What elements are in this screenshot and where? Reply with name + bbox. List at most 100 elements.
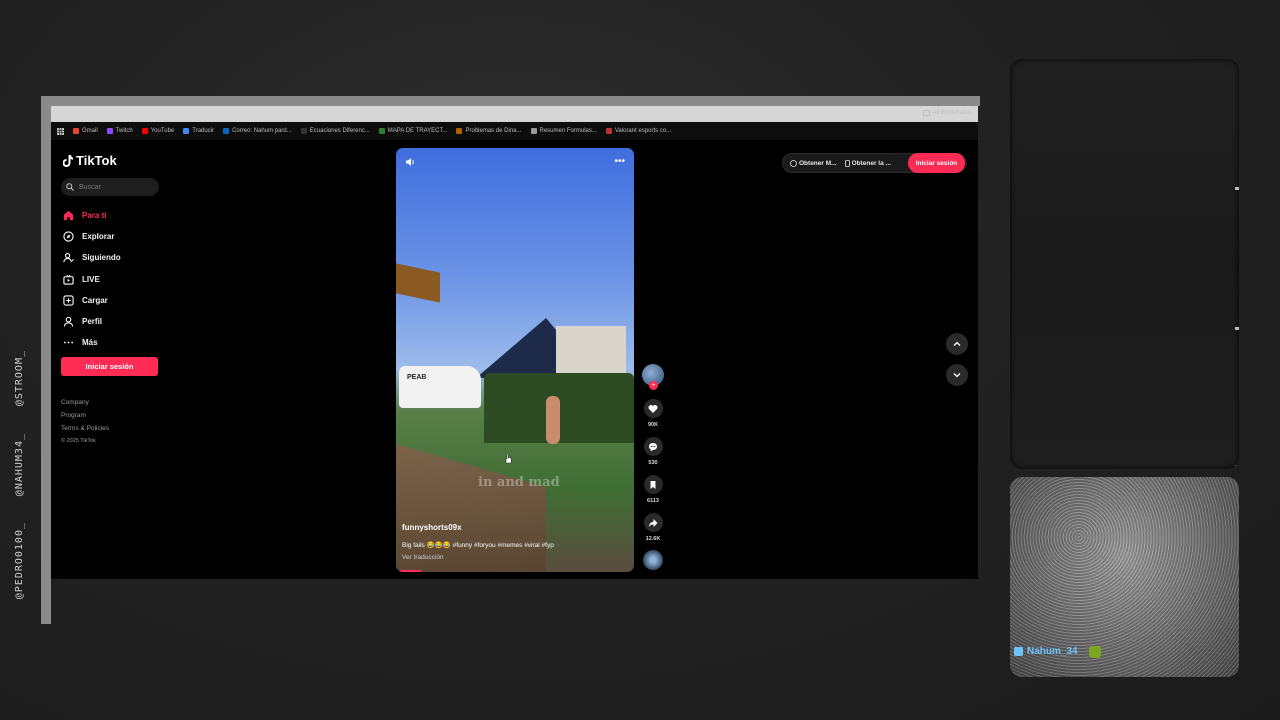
video-player[interactable]: PEAB in and mad ••• funnyshorts09x Big f…: [396, 148, 634, 572]
video-scene-person: [546, 396, 560, 444]
tiktok-logo-icon: [63, 154, 73, 167]
stream-tag-pedro: @PEDRO0100_: [14, 522, 25, 600]
video-caption: Big fails 😂😂😂 #funny #foryou #memes #vir…: [402, 542, 554, 549]
valorant-icon: [605, 128, 612, 134]
video-author[interactable]: funnyshorts09x: [402, 523, 462, 532]
bookmark-youtube[interactable]: YouTube: [141, 128, 174, 134]
panel-seam: [1235, 187, 1239, 190]
browser-tabstrip[interactable]: [51, 106, 978, 122]
footer-program-link[interactable]: Program: [61, 409, 109, 422]
youtube-icon: [141, 128, 148, 134]
all-bookmarks[interactable]: All Bookmarks: [922, 110, 971, 116]
bookmark-gmail[interactable]: Gmail: [73, 128, 98, 134]
more-icon: [63, 341, 74, 344]
map-icon: [378, 128, 385, 134]
header-login-button[interactable]: Iniciar sesión: [908, 153, 965, 173]
like-count: 90K: [647, 422, 659, 428]
volume-icon[interactable]: [405, 157, 415, 167]
app-icon: [790, 159, 797, 167]
sidebar-item-explorar[interactable]: Explorar: [63, 226, 121, 247]
bookmark-resumen[interactable]: Resumen Formulas...: [530, 128, 597, 134]
translate-icon: [183, 128, 190, 134]
bookmark-twitch[interactable]: Twitch: [106, 128, 133, 134]
live-icon: [63, 274, 74, 285]
panel-seam: [1235, 327, 1239, 330]
share-icon: [648, 518, 658, 527]
sidebar-login-button[interactable]: Iniciar sesión: [61, 357, 158, 376]
bookmark-problemas[interactable]: Problemas de Dina...: [456, 128, 522, 134]
video-scene-van: PEAB: [399, 366, 481, 408]
browser-window: Gmail Twitch YouTube Traducir Correo: Na…: [51, 106, 978, 579]
twitch-badge-icon: [1014, 647, 1023, 656]
book-icon: [456, 128, 463, 134]
sidebar-item-perfil[interactable]: Perfil: [63, 311, 121, 332]
chevron-up-icon: [953, 341, 961, 346]
comment-count: 530: [648, 460, 658, 466]
bookmarks-bar: Gmail Twitch YouTube Traducir Correo: Na…: [51, 122, 978, 140]
save-count: 6113: [647, 498, 659, 504]
next-video-button[interactable]: [946, 364, 968, 386]
bookmark-traducir[interactable]: Traducir: [183, 128, 214, 134]
sidebar-nav: Para ti Explorar Siguiendo LIVE Cargar P…: [63, 205, 121, 353]
bookmark-ecuaciones[interactable]: Ecuaciones Diferenc...: [300, 128, 370, 134]
home-icon: [63, 211, 74, 221]
video-scene-eave: [396, 263, 440, 303]
get-desktop-button[interactable]: Obtener la ...: [844, 160, 891, 167]
profile-icon: [63, 316, 74, 327]
sidebar-item-siguiendo[interactable]: Siguiendo: [63, 247, 121, 268]
translate-link[interactable]: Ver traducción: [402, 554, 444, 561]
get-app-button[interactable]: Obtener M...: [790, 160, 837, 167]
like-action[interactable]: 90K: [643, 399, 663, 428]
music-disc-icon[interactable]: [643, 550, 663, 570]
share-count: 12.6K: [645, 536, 661, 542]
screen-frame-left: [41, 96, 51, 624]
follow-plus-icon[interactable]: +: [649, 381, 658, 390]
sidebar-item-live[interactable]: LIVE: [63, 269, 121, 290]
video-scene-deck: [396, 444, 546, 572]
footer-company-link[interactable]: Company: [61, 396, 109, 409]
panel-seam: [1235, 465, 1239, 468]
chat-username: Nahum_34: [1014, 646, 1078, 657]
share-action[interactable]: 12.6K: [643, 513, 663, 542]
folder-icon: [922, 110, 930, 116]
video-overlay-text: in and mad: [478, 475, 560, 490]
search-placeholder: Buscar: [79, 183, 101, 191]
stream-tag-nahum: @NAHUM34_: [14, 433, 25, 497]
following-icon: [63, 253, 74, 263]
video-actions: + 90K 530 6113 12.6K: [640, 364, 666, 570]
bookmark-icon: [650, 480, 656, 489]
search-input[interactable]: Buscar: [61, 178, 159, 196]
doc-icon: [300, 128, 307, 134]
search-icon: [66, 183, 74, 191]
bookmark-mapa[interactable]: MAPA DE TRAYECT...: [378, 128, 447, 134]
creator-avatar[interactable]: +: [642, 364, 664, 390]
video-progress-bar[interactable]: [400, 570, 422, 572]
apps-icon[interactable]: [57, 127, 64, 135]
comment-action[interactable]: 530: [643, 437, 663, 466]
sidebar-item-mas[interactable]: Más: [63, 332, 121, 353]
gmail-icon: [73, 128, 79, 134]
previous-video-button[interactable]: [946, 333, 968, 355]
stream-tag-stroom: @STROOM_: [14, 350, 25, 407]
chat-emote-icon: [1089, 646, 1101, 658]
bookmark-valorant[interactable]: Valorant esports co...: [605, 128, 671, 134]
twitch-icon: [106, 128, 113, 134]
upload-icon: [63, 295, 74, 306]
chevron-down-icon: [953, 373, 961, 378]
bookmark-correo[interactable]: Correo: Nahum pard...: [223, 128, 292, 134]
comment-icon: [649, 442, 657, 451]
stream-panel-top: [1010, 59, 1239, 469]
sidebar-item-para-ti[interactable]: Para ti: [63, 205, 121, 226]
outlook-icon: [223, 128, 230, 134]
sidebar-footer: Company Program Terms & Policies © 2025 …: [61, 396, 109, 448]
screen-frame-top: [41, 96, 980, 106]
footer-copyright: © 2025 TikTok: [61, 438, 96, 444]
save-action[interactable]: 6113: [643, 475, 663, 504]
tiktok-logo[interactable]: TikTok: [63, 153, 117, 168]
video-more-icon[interactable]: •••: [614, 156, 625, 167]
footer-terms-link[interactable]: Terms & Policies: [61, 422, 109, 435]
compass-icon: [63, 231, 74, 242]
github-icon: [530, 128, 537, 134]
sidebar-item-cargar[interactable]: Cargar: [63, 290, 121, 311]
heart-icon: [648, 404, 658, 413]
